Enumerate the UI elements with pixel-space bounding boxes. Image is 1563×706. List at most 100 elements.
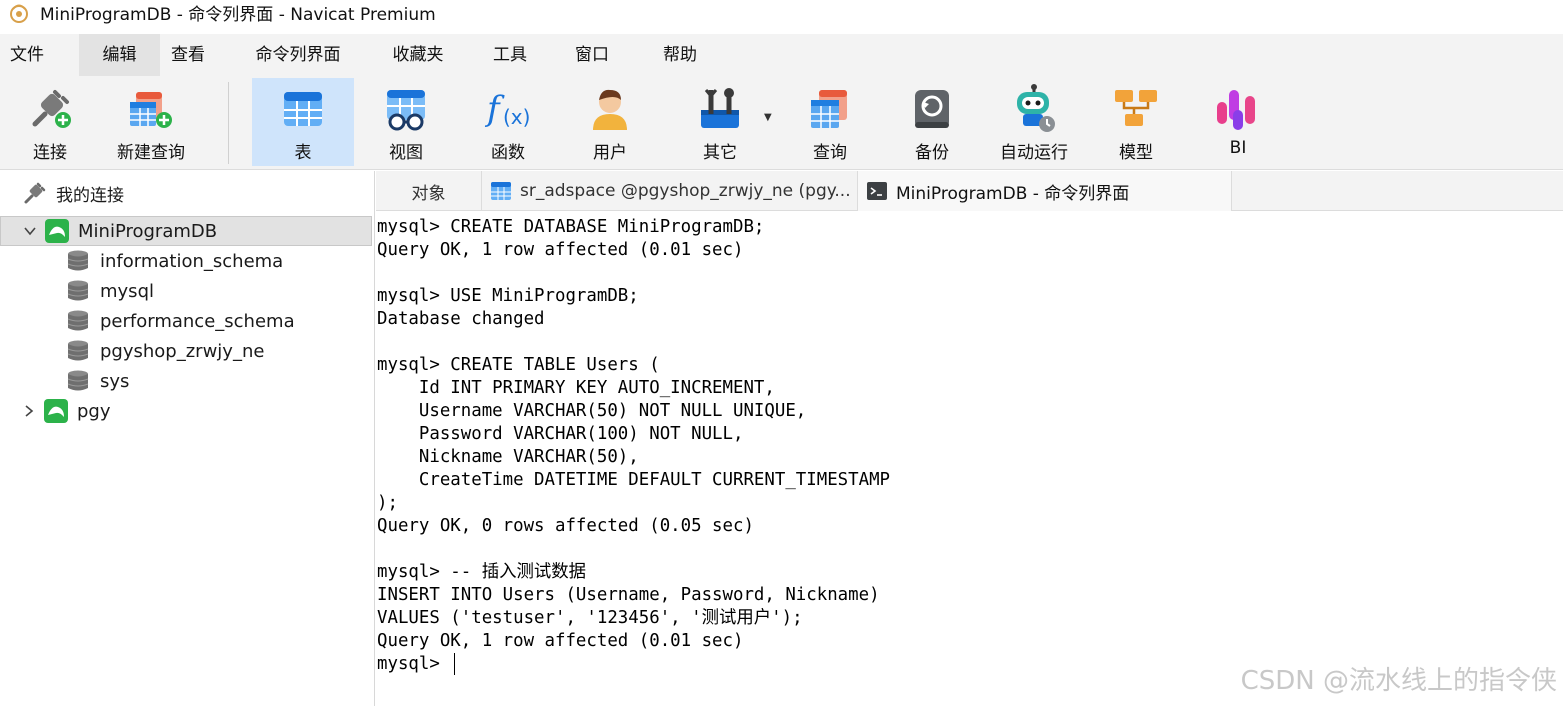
other-dropdown-caret-icon[interactable]: ▼ [764,112,778,126]
query-label: 查询 [813,143,847,163]
menu-view[interactable]: 查看 [160,34,216,76]
bi-button[interactable]: BI [1200,78,1276,166]
backup-button[interactable]: 备份 [894,78,970,166]
console-line: mysql> USE MiniProgramDB; [377,286,639,306]
tools-icon [701,88,739,128]
console-line: mysql> -- 插入测试数据 [377,562,587,582]
database-label: mysql [100,280,154,302]
bi-chart-icon [1217,90,1255,130]
console-line: Query OK, 1 row affected (0.01 sec) [377,240,744,260]
plug-icon [24,182,46,204]
svg-text:f: f [484,89,505,129]
console-line: INSERT INTO Users (Username, Password, N… [377,585,880,605]
plug-icon [32,90,71,128]
tab-table-sr-adspace[interactable]: sr_adspace @pgyshop_zrwjy_ne (pgy... [482,171,858,211]
command-console[interactable]: mysql> CREATE DATABASE MiniProgramDB; Qu… [376,215,1563,706]
connect-button[interactable]: 连接 [10,78,90,166]
chevron-right-icon[interactable] [22,404,36,418]
connection-item-pgy[interactable]: pgy [0,396,372,426]
tree-item-database[interactable]: sys [0,366,372,396]
tab-objects[interactable]: 对象 [376,171,482,211]
view-icon [387,90,425,131]
tab-bar: 对象 sr_adspace @pgyshop_zrwjy_ne (pgy... … [376,171,1563,211]
other-label: 其它 [703,143,737,163]
backup-label: 备份 [915,143,949,163]
console-line: CreateTime DATETIME DEFAULT CURRENT_TIME… [377,470,891,490]
mysql-connection-icon [44,399,68,423]
terminal-icon [867,182,887,200]
new-query-icon [130,92,172,128]
user-icon [593,89,627,130]
model-icon [1115,90,1157,126]
database-label: performance_schema [100,310,295,332]
console-line: Id INT PRIMARY KEY AUTO_INCREMENT, [377,378,775,398]
other-button[interactable]: 其它 [682,78,758,166]
menu-help[interactable]: 帮助 [650,34,710,76]
robot-icon [1017,84,1055,132]
database-icon [67,340,89,361]
connection-tree-panel: 我的连接 MiniProgramDB information_schema my… [0,171,375,706]
table-icon [284,92,322,126]
menu-file[interactable]: 文件 [0,34,54,76]
console-line: Query OK, 0 rows affected (0.05 sec) [377,516,754,536]
menu-window[interactable]: 窗口 [562,34,622,76]
menu-favorites[interactable]: 收藏夹 [378,34,458,76]
view-button[interactable]: 视图 [368,78,444,166]
connection-label: pgy [77,400,111,422]
tree-item-database[interactable]: information_schema [0,246,372,276]
window-title: MiniProgramDB - 命令列界面 - Navicat Premium [40,4,436,25]
table-icon [491,182,511,200]
connection-item-miniprogramdb[interactable]: MiniProgramDB [0,216,372,246]
console-line: Username VARCHAR(50) NOT NULL UNIQUE, [377,401,807,421]
table-button[interactable]: 表 [252,78,354,166]
model-label: 模型 [1119,143,1153,163]
console-line: Password VARCHAR(100) NOT NULL, [377,424,744,444]
database-icon [67,280,89,301]
bi-label: BI [1229,138,1247,158]
chevron-down-icon[interactable] [23,224,37,238]
console-line: Nickname VARCHAR(50), [377,447,639,467]
function-icon: f (x) [484,89,530,129]
menu-console[interactable]: 命令列界面 [238,34,358,76]
new-query-label: 新建查询 [117,143,185,163]
tab-console-miniprogramdb[interactable]: MiniProgramDB - 命令列界面 [858,171,1232,211]
query-button[interactable]: 查询 [794,78,866,166]
title-bar: MiniProgramDB - 命令列界面 - Navicat Premium [0,0,1563,25]
automation-label: 自动运行 [1000,143,1068,163]
tab-label: 对象 [411,183,446,204]
database-label: information_schema [100,250,284,272]
tree-item-database[interactable]: mysql [0,276,372,306]
my-connections-header[interactable]: 我的连接 [0,171,374,215]
toolbar: 连接 新建查询 表 视图 f (x) 函数 用户 其它 ▼ 查询 备份 自动运行… [0,76,1563,170]
user-button[interactable]: 用户 [572,78,648,166]
table-label: 表 [294,143,312,163]
new-query-button[interactable]: 新建查询 [108,78,194,166]
automation-button[interactable]: 自动运行 [990,78,1078,166]
console-line: Query OK, 1 row affected (0.01 sec) [377,631,744,651]
console-prompt-line: mysql> [377,654,451,674]
menu-tools[interactable]: 工具 [480,34,540,76]
database-icon [67,370,89,391]
user-label: 用户 [593,143,627,163]
console-line: VALUES ('testuser', '123456', '测试用户'); [377,608,803,628]
console-line: Database changed [377,309,545,329]
tab-label: sr_adspace @pgyshop_zrwjy_ne (pgy... [520,181,851,201]
database-label: pgyshop_zrwjy_ne [100,340,265,362]
menu-bar: 文件 编辑 查看 命令列界面 收藏夹 工具 窗口 帮助 [0,34,1563,76]
view-label: 视图 [389,143,423,163]
toolbar-separator [228,82,229,164]
connection-label: MiniProgramDB [78,220,218,242]
query-icon [811,90,847,128]
function-button[interactable]: f (x) 函数 [470,78,546,166]
console-line: mysql> CREATE DATABASE MiniProgramDB; [377,217,765,237]
menu-edit[interactable]: 编辑 [79,34,160,76]
navicat-logo-icon [10,4,28,23]
backup-icon [915,90,949,128]
tree-item-database[interactable]: pgyshop_zrwjy_ne [0,336,372,366]
mysql-connection-icon [45,219,69,243]
text-cursor [454,653,455,675]
watermark: CSDN @流水线上的指令侠 [1240,666,1557,696]
console-line: ); [377,493,398,513]
tree-item-database[interactable]: performance_schema [0,306,372,336]
model-button[interactable]: 模型 [1098,78,1174,166]
